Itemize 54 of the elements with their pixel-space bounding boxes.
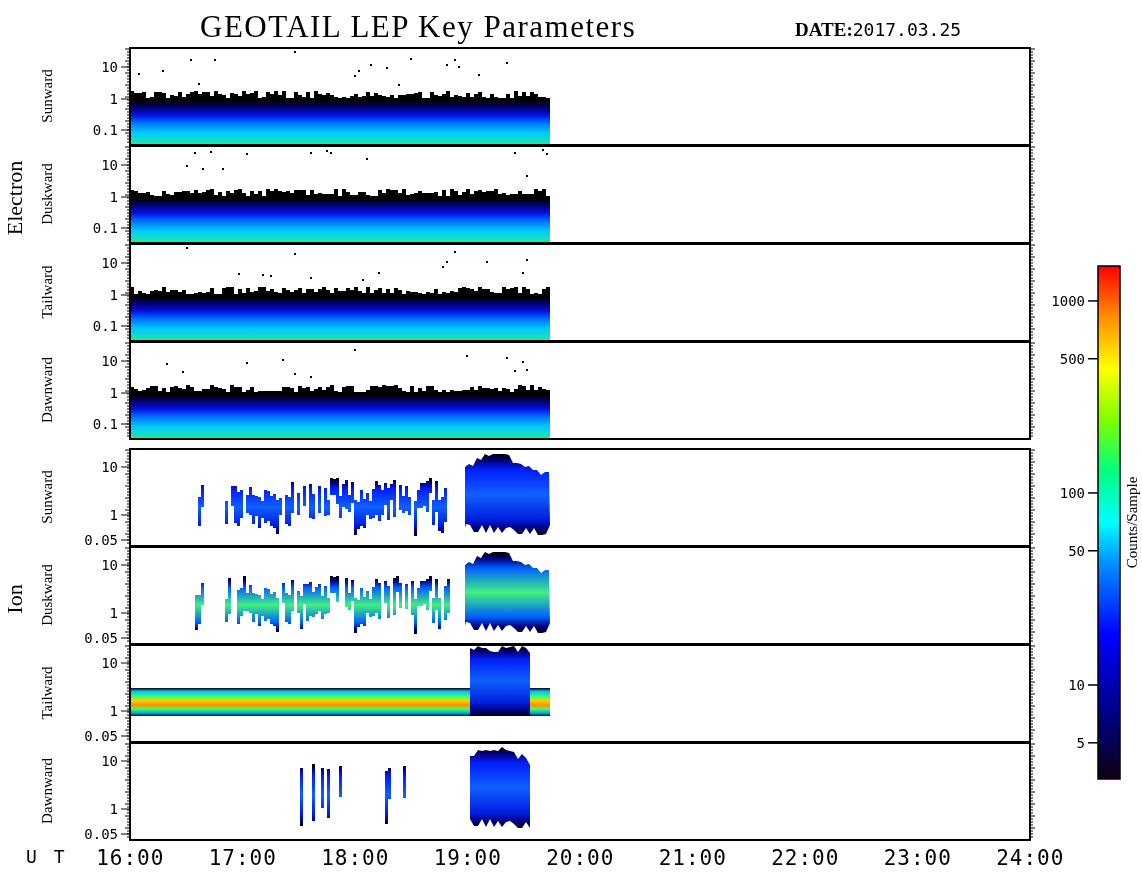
x-tick-label: 21:00 (658, 846, 727, 870)
y-tick-label: 1 (109, 703, 118, 719)
y-tick-label: 10 (101, 459, 118, 475)
x-tick-label: 16:00 (96, 846, 165, 870)
color-scale-tick-label: 500 (1059, 350, 1085, 367)
color-scale-tick-label: 50 (1068, 542, 1085, 559)
panel-label: Sunward (39, 69, 55, 123)
y-tick-label: 10 (101, 157, 118, 173)
panel-label: Tailward (39, 666, 55, 720)
color-scale-label: Counts/Sample (1124, 476, 1140, 569)
y-tick-label: 0.05 (84, 532, 118, 548)
x-tick-label: 23:00 (883, 846, 952, 870)
y-tick-label: 10 (101, 753, 118, 769)
x-tick-label: 22:00 (771, 846, 840, 870)
panel-label: Tailward (39, 265, 55, 319)
y-tick-label: 1 (109, 801, 118, 817)
color-scale-tick-label: 10 (1068, 677, 1085, 693)
y-tick-label: 1 (109, 507, 118, 523)
date-value: 2017.03.25 (852, 19, 962, 40)
x-tick-label: 19:00 (433, 846, 502, 870)
y-tick-label: 1 (109, 287, 118, 303)
panel-label: Dawnward (39, 758, 55, 824)
panel-label: Sunward (39, 470, 55, 524)
y-tick-label: 0.1 (92, 318, 118, 334)
y-tick-label: 10 (101, 353, 118, 369)
y-tick-label: 10 (101, 255, 118, 271)
group-label: Ion (2, 584, 28, 614)
y-tick-label: 1 (109, 605, 118, 621)
y-tick-label: 0.1 (92, 220, 118, 236)
group-label: Electron (2, 160, 28, 236)
x-tick-label: 17:00 (208, 846, 277, 870)
x-tick-label: 18:00 (321, 846, 390, 870)
panel-label: Dawnward (39, 357, 55, 423)
y-tick-label: 10 (101, 655, 118, 671)
y-tick-label: 10 (101, 59, 118, 75)
color-scale-tick-label: 5 (1076, 734, 1085, 751)
y-tick-label: 1 (109, 189, 118, 205)
color-scale-tick-label: 100 (1059, 484, 1085, 501)
y-tick-label: 10 (101, 557, 118, 573)
panel-label: Duskward (39, 564, 55, 626)
x-tick-label: 24:00 (996, 846, 1065, 870)
color-scale-tick-label: 1000 (1051, 292, 1085, 309)
axis-label: U T (26, 846, 68, 869)
y-tick-label: 0.1 (92, 122, 118, 138)
plot-title: GEOTAIL LEP Key Parameters (200, 8, 638, 46)
y-tick-label: 0.1 (92, 416, 118, 432)
y-tick-label: 1 (109, 385, 118, 401)
y-tick-label: 0.05 (84, 630, 118, 646)
x-tick-label: 20:00 (546, 846, 615, 870)
y-tick-label: 1 (109, 91, 118, 107)
y-tick-label: 0.05 (84, 826, 118, 842)
date-label: DATE: (795, 19, 853, 41)
y-tick-label: 0.05 (84, 728, 118, 744)
panel-label: Duskward (39, 163, 55, 225)
